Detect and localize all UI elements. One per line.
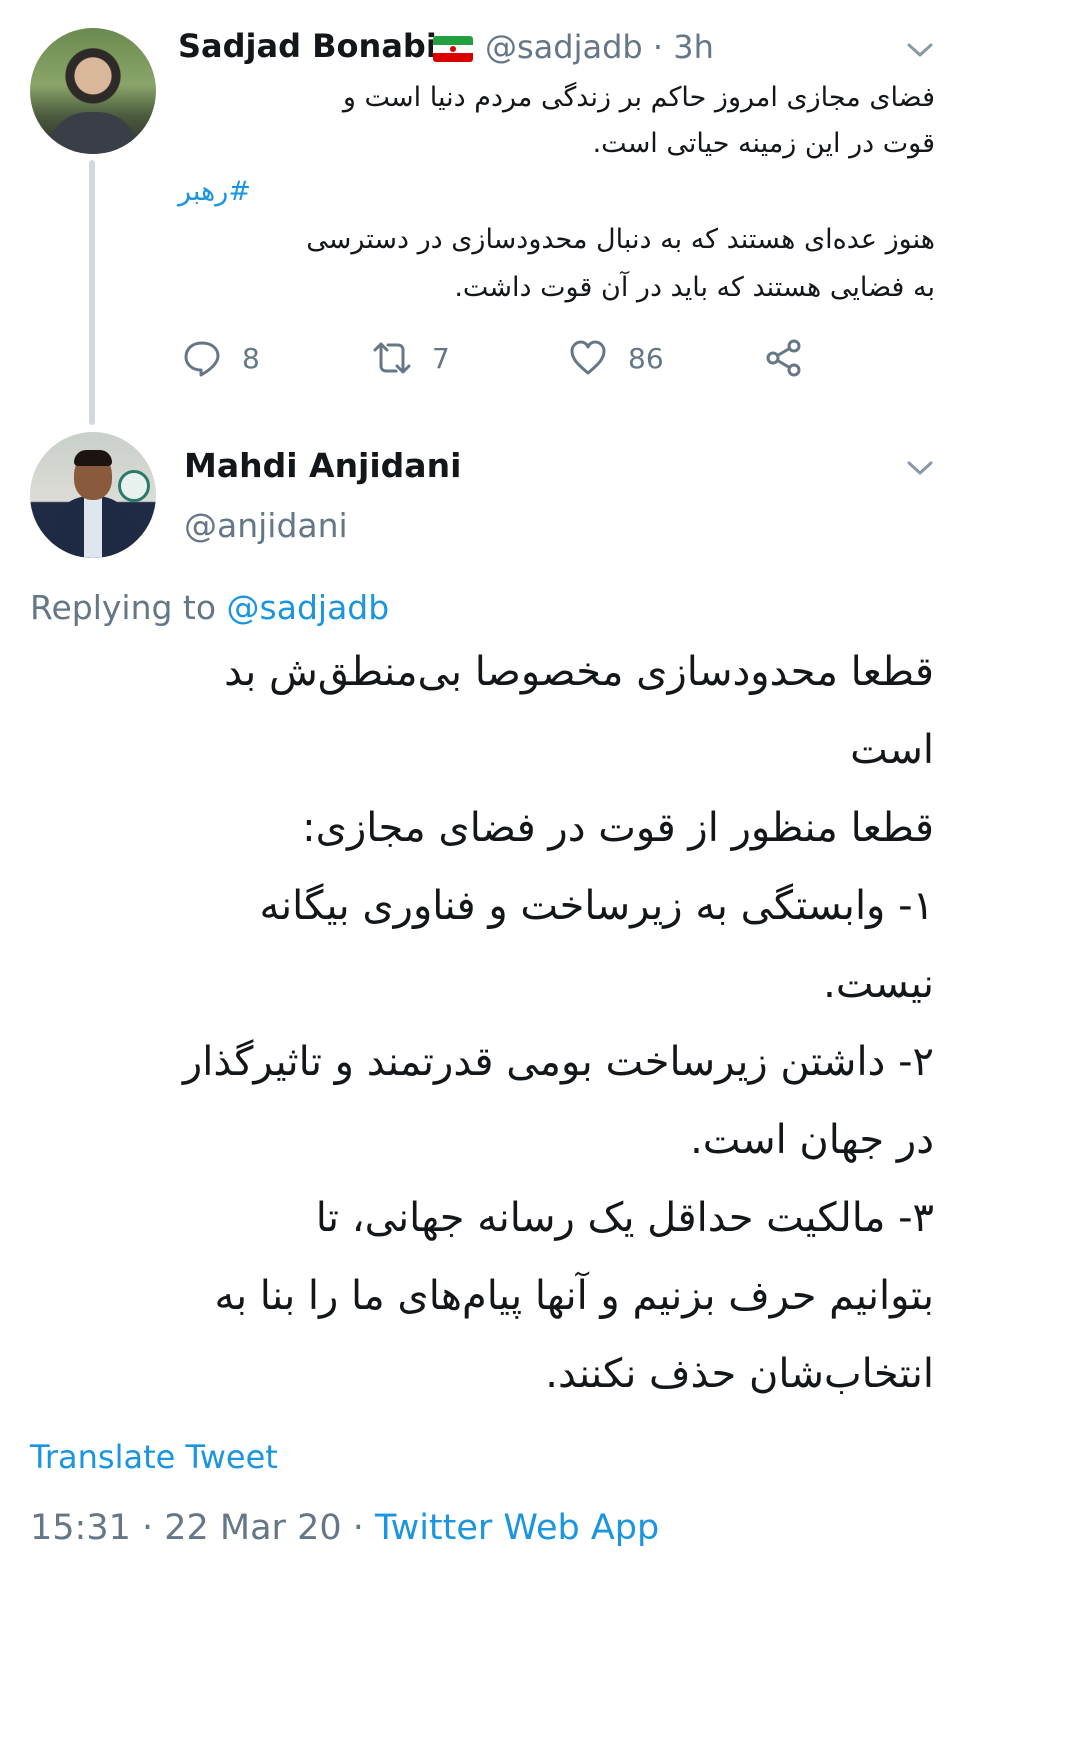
tweet-meta: 15:31 · 22 Mar 20 · Twitter Web App (30, 1508, 659, 1548)
tweet-body-line: ۱- وابستگی به زیرساخت و فناوری بیگانه (259, 883, 934, 929)
like-button[interactable]: 86 (568, 336, 664, 380)
tweet-body-line: است (850, 727, 934, 773)
main-author-handle[interactable]: @anjidani (184, 506, 348, 545)
parent-tweet-text-line: قوت در این زمینه حیاتی است. (592, 128, 935, 159)
parent-author-name[interactable]: Sadjad Bonabi (178, 27, 437, 65)
reply-count: 8 (242, 341, 260, 375)
chevron-down-icon[interactable] (905, 40, 935, 60)
thread-connector-line (89, 160, 95, 425)
tweet-source-link[interactable]: Twitter Web App (375, 1508, 659, 1548)
parent-tweet-text-line: به فضایی هستند که باید در آن قوت داشت. (454, 272, 935, 303)
parent-tweet-time[interactable]: 3h (673, 28, 714, 66)
replying-prefix: Replying to (30, 588, 217, 627)
tweet-body-line: انتخاب‌شان حذف نکنند. (545, 1351, 934, 1397)
hashtag-link[interactable]: #رهبر (178, 170, 251, 214)
iran-flag-icon (433, 36, 473, 62)
main-author-name[interactable]: Mahdi Anjidani (184, 446, 461, 485)
parent-author-meta: @sadjadb · 3h (485, 28, 714, 66)
tweet-body-line: قطعا محدودسازی مخصوصا بی‌منطق‌ش بد (224, 649, 934, 695)
avatar-mahdi-anjidani[interactable] (30, 432, 156, 558)
tweet-body-line: ۲- داشتن زیرساخت بومی قدرتمند و تاثیرگذا… (182, 1039, 934, 1085)
tweet-body-line: بتوانیم حرف بزنیم و آنها پیام‌های ما را … (214, 1273, 934, 1319)
like-count: 86 (628, 341, 664, 375)
replying-mention-link[interactable]: @sadjadb (227, 588, 390, 627)
reply-icon (184, 341, 220, 377)
translate-tweet-link[interactable]: Translate Tweet (30, 1438, 278, 1476)
tweet-body-line: قطعا منظور از قوت در فضای مجازی: (302, 805, 934, 851)
tweet-timestamp[interactable]: 15:31 · 22 Mar 20 · (30, 1508, 364, 1548)
avatar-background-logo (118, 470, 150, 502)
chevron-down-icon[interactable] (905, 458, 935, 478)
share-icon (766, 339, 801, 377)
reply-button[interactable]: 8 (182, 336, 260, 380)
parent-tweet-text-line: فضای مجازی امروز حاکم بر زندگی مردم دنیا… (342, 82, 935, 113)
replying-to: Replying to @sadjadb (30, 588, 389, 627)
parent-tweet-text-line: هنوز عده‌ای هستند که به دنبال محدودسازی … (306, 224, 935, 255)
tweet-body-line: در جهان است. (690, 1117, 934, 1163)
retweet-icon (373, 342, 411, 374)
share-button[interactable] (764, 336, 824, 380)
tweet-body-line: نیست. (823, 961, 934, 1007)
avatar-sadjad-bonabi[interactable] (30, 28, 156, 154)
retweet-button[interactable]: 7 (372, 336, 450, 380)
like-icon (570, 340, 606, 375)
avatar-figure (48, 112, 138, 154)
parent-author-handle[interactable]: @sadjadb (485, 28, 643, 66)
retweet-count: 7 (432, 341, 450, 375)
time-separator: · (652, 28, 664, 66)
tweet-body-line: ۳- مالکیت حداقل یک رسانه جهانی، تا (315, 1195, 934, 1241)
